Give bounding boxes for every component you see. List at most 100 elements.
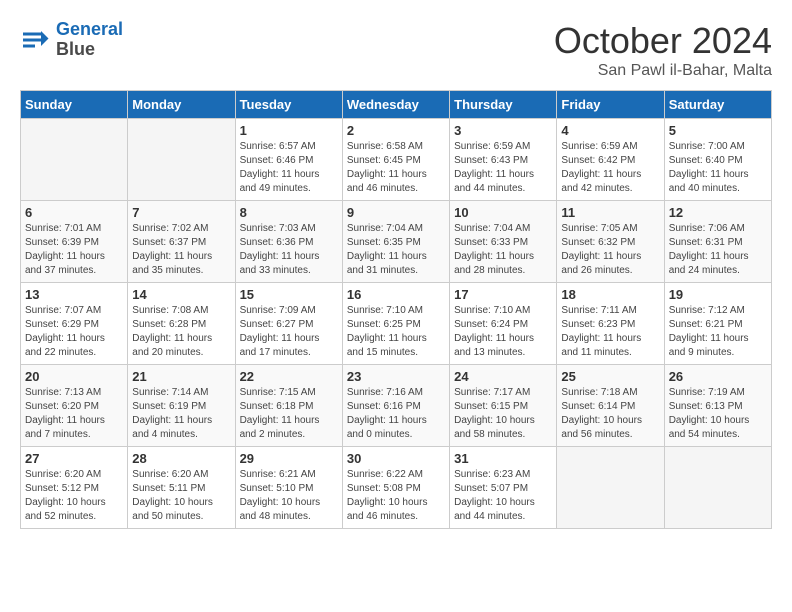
calendar-cell: 9 Sunrise: 7:04 AM Sunset: 6:35 PM Daylig… xyxy=(342,201,449,283)
day-number: 7 xyxy=(132,205,230,220)
day-info: Sunrise: 7:11 AM Sunset: 6:23 PM Dayligh… xyxy=(561,304,659,360)
calendar-cell: 4 Sunrise: 6:59 AM Sunset: 6:42 PM Daylig… xyxy=(557,119,664,201)
day-info: Sunrise: 6:22 AM Sunset: 5:08 PM Dayligh… xyxy=(347,468,445,524)
day-info: Sunrise: 7:03 AM Sunset: 6:36 PM Dayligh… xyxy=(240,222,338,278)
day-info: Sunrise: 7:04 AM Sunset: 6:33 PM Dayligh… xyxy=(454,222,552,278)
calendar-cell: 13Sunrise: 7:07 AM Sunset: 6:29 PM Dayli… xyxy=(21,283,128,365)
day-info: Sunrise: 7:00 AM Sunset: 6:40 PM Dayligh… xyxy=(669,140,767,196)
day-info: Sunrise: 7:12 AM Sunset: 6:21 PM Dayligh… xyxy=(669,304,767,360)
calendar-cell: 15 Sunrise: 7:09 AM Sunset: 6:27 PM Dayli… xyxy=(235,283,342,365)
logo-icon xyxy=(20,25,50,55)
day-number: 3 xyxy=(454,123,552,138)
calendar-cell: 19Sunrise: 7:12 AM Sunset: 6:21 PM Dayli… xyxy=(664,283,771,365)
calendar-cell: 30 Sunrise: 6:22 AM Sunset: 5:08 PM Dayli… xyxy=(342,447,449,529)
day-header-saturday: Saturday xyxy=(664,91,771,119)
day-number: 1 xyxy=(240,123,338,138)
calendar-cell xyxy=(557,447,664,529)
day-number: 6 xyxy=(25,205,123,220)
week-row-5: 27Sunrise: 6:20 AM Sunset: 5:12 PM Dayli… xyxy=(21,447,772,529)
day-number: 30 xyxy=(347,451,445,466)
day-number: 15 xyxy=(240,287,338,302)
day-info: Sunrise: 7:14 AM Sunset: 6:19 PM Dayligh… xyxy=(132,386,230,442)
day-info: Sunrise: 6:21 AM Sunset: 5:10 PM Dayligh… xyxy=(240,468,338,524)
day-info: Sunrise: 7:01 AM Sunset: 6:39 PM Dayligh… xyxy=(25,222,123,278)
calendar-cell xyxy=(128,119,235,201)
day-number: 23 xyxy=(347,369,445,384)
day-info: Sunrise: 6:58 AM Sunset: 6:45 PM Dayligh… xyxy=(347,140,445,196)
day-number: 11 xyxy=(561,205,659,220)
day-info: Sunrise: 7:19 AM Sunset: 6:13 PM Dayligh… xyxy=(669,386,767,442)
calendar-cell xyxy=(21,119,128,201)
calendar-cell: 12 Sunrise: 7:06 AM Sunset: 6:31 PM Dayli… xyxy=(664,201,771,283)
calendar-cell: 20Sunrise: 7:13 AM Sunset: 6:20 PM Dayli… xyxy=(21,365,128,447)
month-title: October 2024 xyxy=(554,20,772,62)
calendar-cell: 24 Sunrise: 7:17 AM Sunset: 6:15 PM Dayli… xyxy=(450,365,557,447)
day-number: 26 xyxy=(669,369,767,384)
calendar-cell: 14Sunrise: 7:08 AM Sunset: 6:28 PM Dayli… xyxy=(128,283,235,365)
calendar-cell: 31Sunrise: 6:23 AM Sunset: 5:07 PM Dayli… xyxy=(450,447,557,529)
calendar-cell: 21 Sunrise: 7:14 AM Sunset: 6:19 PM Dayli… xyxy=(128,365,235,447)
day-info: Sunrise: 7:07 AM Sunset: 6:29 PM Dayligh… xyxy=(25,304,123,360)
calendar-cell: 5Sunrise: 7:00 AM Sunset: 6:40 PM Daylig… xyxy=(664,119,771,201)
day-info: Sunrise: 6:57 AM Sunset: 6:46 PM Dayligh… xyxy=(240,140,338,196)
page-header: General Blue October 2024 San Pawl il-Ba… xyxy=(20,20,772,80)
day-info: Sunrise: 7:06 AM Sunset: 6:31 PM Dayligh… xyxy=(669,222,767,278)
calendar-cell: 3Sunrise: 6:59 AM Sunset: 6:43 PM Daylig… xyxy=(450,119,557,201)
day-number: 16 xyxy=(347,287,445,302)
day-number: 31 xyxy=(454,451,552,466)
day-number: 20 xyxy=(25,369,123,384)
calendar-cell: 29 Sunrise: 6:21 AM Sunset: 5:10 PM Dayli… xyxy=(235,447,342,529)
calendar-cell: 1 Sunrise: 6:57 AM Sunset: 6:46 PM Daylig… xyxy=(235,119,342,201)
day-header-tuesday: Tuesday xyxy=(235,91,342,119)
day-number: 9 xyxy=(347,205,445,220)
calendar-table: SundayMondayTuesdayWednesdayThursdayFrid… xyxy=(20,90,772,529)
day-header-friday: Friday xyxy=(557,91,664,119)
calendar-cell: 17 Sunrise: 7:10 AM Sunset: 6:24 PM Dayli… xyxy=(450,283,557,365)
day-info: Sunrise: 7:05 AM Sunset: 6:32 PM Dayligh… xyxy=(561,222,659,278)
calendar-cell: 7 Sunrise: 7:02 AM Sunset: 6:37 PM Daylig… xyxy=(128,201,235,283)
day-number: 10 xyxy=(454,205,552,220)
calendar-cell: 25 Sunrise: 7:18 AM Sunset: 6:14 PM Dayli… xyxy=(557,365,664,447)
day-number: 25 xyxy=(561,369,659,384)
logo-text: General Blue xyxy=(56,20,123,60)
day-header-sunday: Sunday xyxy=(21,91,128,119)
day-info: Sunrise: 7:16 AM Sunset: 6:16 PM Dayligh… xyxy=(347,386,445,442)
location-subtitle: San Pawl il-Bahar, Malta xyxy=(554,62,772,80)
day-info: Sunrise: 7:02 AM Sunset: 6:37 PM Dayligh… xyxy=(132,222,230,278)
day-info: Sunrise: 7:08 AM Sunset: 6:28 PM Dayligh… xyxy=(132,304,230,360)
day-number: 29 xyxy=(240,451,338,466)
calendar-cell: 10 Sunrise: 7:04 AM Sunset: 6:33 PM Dayli… xyxy=(450,201,557,283)
calendar-cell: 22 Sunrise: 7:15 AM Sunset: 6:18 PM Dayli… xyxy=(235,365,342,447)
day-info: Sunrise: 7:18 AM Sunset: 6:14 PM Dayligh… xyxy=(561,386,659,442)
day-number: 24 xyxy=(454,369,552,384)
calendar-cell: 2 Sunrise: 6:58 AM Sunset: 6:45 PM Daylig… xyxy=(342,119,449,201)
day-number: 17 xyxy=(454,287,552,302)
day-info: Sunrise: 6:59 AM Sunset: 6:42 PM Dayligh… xyxy=(561,140,659,196)
day-info: Sunrise: 7:15 AM Sunset: 6:18 PM Dayligh… xyxy=(240,386,338,442)
day-number: 22 xyxy=(240,369,338,384)
day-header-monday: Monday xyxy=(128,91,235,119)
day-number: 18 xyxy=(561,287,659,302)
week-row-2: 6 Sunrise: 7:01 AM Sunset: 6:39 PM Daylig… xyxy=(21,201,772,283)
calendar-cell: 16 Sunrise: 7:10 AM Sunset: 6:25 PM Dayli… xyxy=(342,283,449,365)
calendar-cell: 11 Sunrise: 7:05 AM Sunset: 6:32 PM Dayli… xyxy=(557,201,664,283)
week-row-3: 13Sunrise: 7:07 AM Sunset: 6:29 PM Dayli… xyxy=(21,283,772,365)
calendar-cell: 6 Sunrise: 7:01 AM Sunset: 6:39 PM Daylig… xyxy=(21,201,128,283)
logo: General Blue xyxy=(20,20,123,60)
calendar-cell: 26 Sunrise: 7:19 AM Sunset: 6:13 PM Dayli… xyxy=(664,365,771,447)
day-number: 8 xyxy=(240,205,338,220)
day-number: 2 xyxy=(347,123,445,138)
calendar-cell: 28Sunrise: 6:20 AM Sunset: 5:11 PM Dayli… xyxy=(128,447,235,529)
day-number: 21 xyxy=(132,369,230,384)
calendar-cell: 23 Sunrise: 7:16 AM Sunset: 6:16 PM Dayli… xyxy=(342,365,449,447)
calendar-body: 1 Sunrise: 6:57 AM Sunset: 6:46 PM Daylig… xyxy=(21,119,772,529)
day-info: Sunrise: 7:09 AM Sunset: 6:27 PM Dayligh… xyxy=(240,304,338,360)
day-info: Sunrise: 7:17 AM Sunset: 6:15 PM Dayligh… xyxy=(454,386,552,442)
day-number: 27 xyxy=(25,451,123,466)
day-info: Sunrise: 7:10 AM Sunset: 6:25 PM Dayligh… xyxy=(347,304,445,360)
day-info: Sunrise: 7:10 AM Sunset: 6:24 PM Dayligh… xyxy=(454,304,552,360)
day-number: 4 xyxy=(561,123,659,138)
week-row-1: 1 Sunrise: 6:57 AM Sunset: 6:46 PM Daylig… xyxy=(21,119,772,201)
day-number: 12 xyxy=(669,205,767,220)
day-info: Sunrise: 7:04 AM Sunset: 6:35 PM Dayligh… xyxy=(347,222,445,278)
